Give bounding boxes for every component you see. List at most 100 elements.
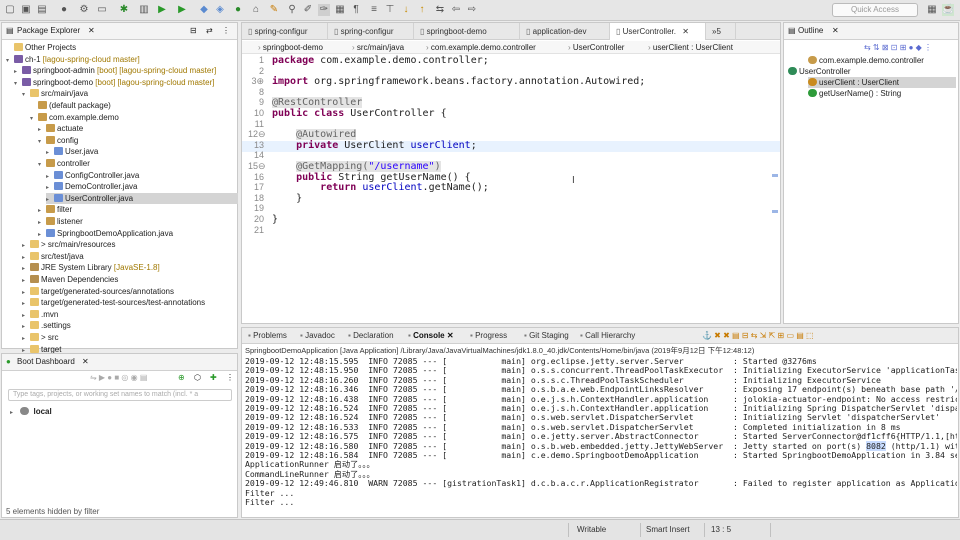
edit-icon[interactable]: ✐	[302, 4, 314, 16]
tree-item[interactable]: ▸ Maven Dependencies	[22, 274, 118, 285]
expand-icon[interactable]: ▸	[10, 408, 18, 419]
breadcrumb-item[interactable]: › UserController	[568, 41, 624, 54]
tree-item[interactable]: ▸ ConfigController.java	[46, 170, 139, 181]
outline-item[interactable]: UserController	[788, 66, 851, 77]
console-toolbar-icons[interactable]: ⚓ ✖ ✖ ▤ ⊟ ⇆ ⇲ ⇱ ⊞ ▭ ▤ ⬚	[702, 331, 814, 340]
tree-item[interactable]: ▸ springboot-admin [boot] [lagou-spring-c…	[14, 65, 216, 76]
tree-item[interactable]: Other Projects	[6, 42, 76, 53]
bottom-tab[interactable]: ▪ Javadoc	[300, 331, 335, 340]
local-target[interactable]: ▸ local	[10, 406, 52, 417]
code-line[interactable]: public class UserController {	[272, 108, 447, 119]
bottom-tab[interactable]: ▪ Declaration	[348, 331, 394, 340]
terminal-icon[interactable]: ▭	[96, 4, 108, 16]
block-selection-icon[interactable]: ▦	[334, 4, 346, 16]
open-type-icon[interactable]: ⌂	[250, 4, 262, 16]
breadcrumb-item[interactable]: › src/main/java	[352, 41, 404, 54]
prev-annotation-icon[interactable]: ↑	[416, 4, 428, 16]
close-icon[interactable]: ✕	[447, 331, 454, 340]
expand-icon[interactable]: ▾	[38, 137, 46, 148]
tree-item[interactable]: ▸ SpringbootDemoApplication.java	[38, 228, 173, 239]
expand-icon[interactable]: ▾	[6, 56, 14, 67]
code-line[interactable]: }	[272, 214, 278, 225]
tree-item[interactable]: ▾ src/main/java	[22, 88, 88, 99]
expand-icon[interactable]: ▾	[38, 160, 46, 171]
outline-toolbar-icons[interactable]: ⇆ ⇅ ⊠ ⊡ ⊞ ● ◆ ⋮	[864, 43, 932, 52]
editor-tab[interactable]: ▯ springboot-demo	[414, 23, 520, 40]
tree-item[interactable]: ▾ config	[38, 135, 78, 146]
breadcrumb-item[interactable]: › com.example.demo.controller	[426, 41, 536, 54]
code-line[interactable]: @RestController	[272, 97, 363, 109]
bottom-tab[interactable]: ▪ Progress	[470, 331, 507, 340]
pin-icon[interactable]: ⊤	[384, 4, 396, 16]
outline-item[interactable]: userClient : UserClient	[808, 77, 956, 88]
run-icon[interactable]: ▶	[156, 4, 168, 16]
editor-tab[interactable]: ▯ spring-configur	[328, 23, 414, 40]
outline-item[interactable]: getUserName() : String	[808, 88, 901, 99]
close-icon[interactable]: ✕	[682, 27, 689, 36]
dashboard-toolbar-icons[interactable]: ⇋ ▶ ● ■ ◎ ◉ ▤	[90, 373, 147, 382]
code-line[interactable]: }	[272, 193, 302, 204]
tree-item[interactable]: (default package)	[30, 100, 111, 111]
new-java-project-icon[interactable]: ◆	[198, 4, 210, 16]
view-menu-icon[interactable]: ⋮	[222, 26, 230, 35]
tree-item[interactable]: ▸ target/generated-sources/annotations	[22, 286, 174, 297]
tree-item[interactable]: ▸ DemoController.java	[46, 181, 137, 192]
collapse-all-icon[interactable]: ⊟	[190, 26, 197, 35]
tree-item[interactable]: ▸ actuate	[38, 123, 83, 134]
toggle-mark-occurrences-icon[interactable]: ✑	[318, 4, 330, 16]
tree-item[interactable]: ▸ .settings	[22, 320, 71, 331]
tree-item[interactable]: ▸ User.java	[46, 146, 98, 157]
tree-item[interactable]: ▸ UserController.java	[46, 192, 238, 204]
outline-item[interactable]: com.example.demo.controller	[808, 55, 924, 66]
tree-item[interactable]: ▾ ch-1 [lagou-spring-cloud master]	[6, 54, 140, 65]
tree-item[interactable]: ▸ > src/main/resources	[22, 239, 115, 250]
open-task-icon[interactable]: ✎	[268, 4, 280, 16]
run-tools-icon[interactable]: ⚙	[78, 4, 90, 16]
forward-icon[interactable]: ⇨	[466, 4, 478, 16]
java-perspective-icon[interactable]: ☕	[942, 4, 954, 16]
new-class-icon[interactable]: ●	[232, 4, 244, 16]
editor-tab[interactable]: ▯ UserController. ✕	[610, 23, 706, 40]
tree-item[interactable]: ▾ com.example.demo	[30, 112, 119, 123]
package-explorer-tab[interactable]: ▤ Package Explorer ✕ ⊟ ⇄ ⋮	[2, 23, 237, 40]
breadcrumb-item[interactable]: › userClient : UserClient	[648, 41, 733, 54]
editor-tab[interactable]: ▯ spring-configur	[242, 23, 328, 40]
user-icon[interactable]: ●	[58, 4, 70, 16]
last-edit-location-icon[interactable]: ⇆	[434, 4, 446, 16]
tree-item[interactable]: ▸ src/test/java	[22, 251, 84, 262]
new-package-icon[interactable]: ◈	[214, 4, 226, 16]
tree-item[interactable]: ▸ .mvn	[22, 309, 58, 320]
close-icon[interactable]: ✕	[88, 26, 95, 35]
code-line[interactable]: @GetMapping("/username")	[272, 161, 441, 172]
view-menu-icon[interactable]: ⋮	[226, 373, 234, 382]
add-icon[interactable]: ✚	[210, 373, 217, 382]
editor-tab[interactable]: ▯ application-dev	[520, 23, 610, 40]
code-line[interactable]: private UserClient userClient;	[272, 140, 477, 151]
tree-item[interactable]: ▸ listener	[38, 216, 83, 227]
perspective-icon[interactable]: ▦	[926, 4, 938, 16]
code-line[interactable]: public String getUserName() {	[272, 172, 471, 183]
overview-marker[interactable]	[772, 210, 778, 213]
close-icon[interactable]: ✕	[82, 357, 89, 366]
console-output[interactable]: 2019-09-12 12:48:15.595 INFO 72085 --- […	[245, 356, 957, 516]
new-file-icon[interactable]: ▢	[4, 4, 16, 16]
show-whitespace-icon[interactable]: ¶	[350, 4, 362, 16]
tree-item[interactable]: ▾ springboot-demo [boot] [lagou-spring-cl…	[14, 77, 214, 88]
boot-dashboard-tab[interactable]: ● Boot Dashboard ✕	[2, 354, 237, 371]
run-last-icon[interactable]: ▶	[176, 4, 188, 16]
code-line[interactable]: import org.springframework.beans.factory…	[272, 76, 645, 87]
editor-tab[interactable]: »5	[706, 23, 736, 40]
boot-search-input[interactable]: Type tags, projects, or working set name…	[8, 389, 232, 401]
server-icon[interactable]: ▥	[138, 4, 150, 16]
expand-icon[interactable]: ▾	[14, 79, 22, 90]
close-icon[interactable]: ✕	[832, 26, 839, 35]
print-icon[interactable]: ▤	[36, 4, 48, 16]
bottom-tab[interactable]: ▪ Call Hierarchy	[580, 331, 635, 340]
tree-item[interactable]: ▸ target/generated-test-sources/test-anno…	[22, 297, 205, 308]
overview-marker[interactable]	[772, 174, 778, 177]
insert-mode-status[interactable]: Smart Insert	[646, 525, 690, 534]
open-web-icon[interactable]: ⊕	[178, 373, 185, 382]
outline-tab[interactable]: ▤ Outline ✕	[784, 23, 958, 40]
next-annotation-icon[interactable]: ↓	[400, 4, 412, 16]
tree-item[interactable]: ▾ controller	[38, 158, 90, 169]
